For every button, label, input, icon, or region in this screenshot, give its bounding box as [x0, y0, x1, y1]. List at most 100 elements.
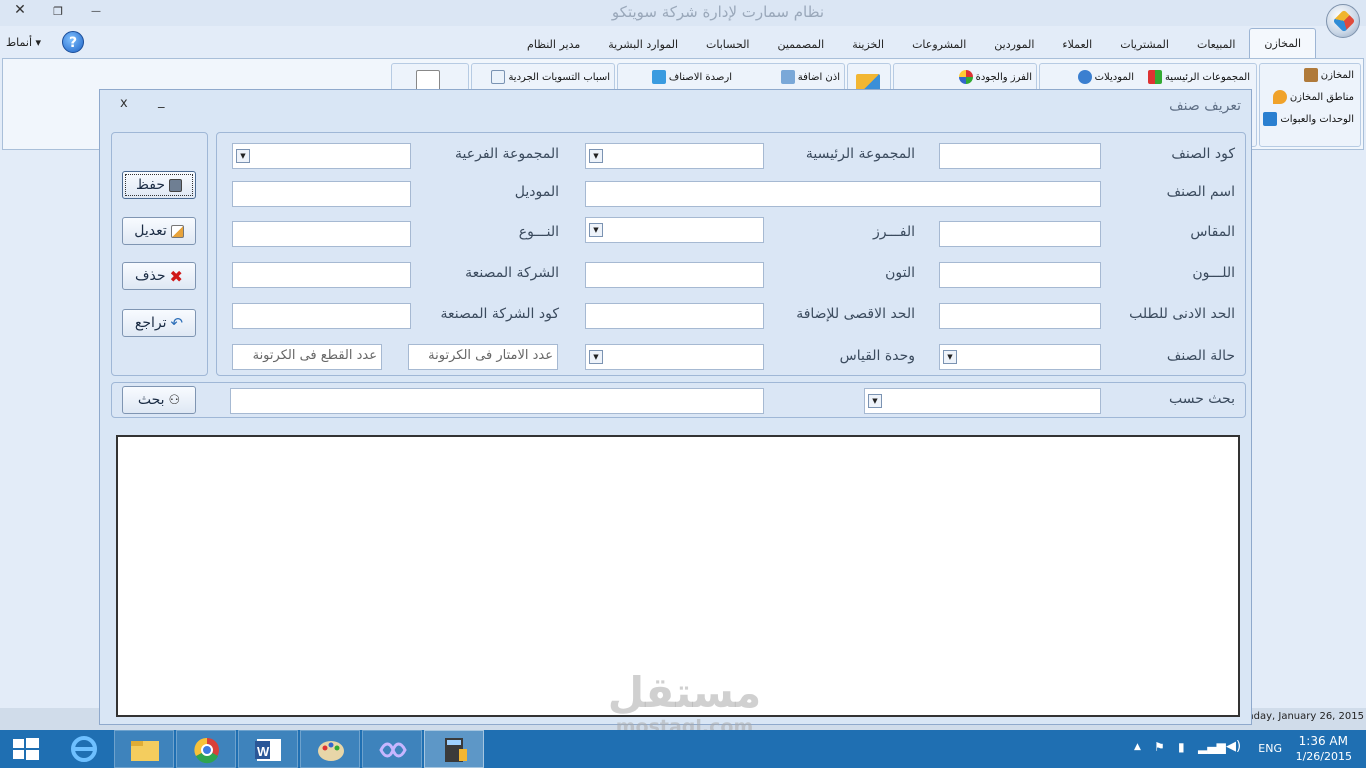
taskbar-visual-studio[interactable] — [362, 730, 422, 768]
taskbar-chrome[interactable] — [176, 730, 236, 768]
floppy-disk-icon — [169, 178, 183, 192]
internet-explorer-icon — [71, 736, 97, 762]
tab-accounts[interactable]: الحسابات — [692, 32, 763, 58]
ribbon-sorting-quality-button[interactable]: الفرز والجودة — [958, 70, 1032, 84]
start-icon — [13, 738, 39, 760]
chevron-down-icon: ▼ — [589, 223, 603, 237]
ribbon-warehouses-button[interactable]: المخازن — [1303, 68, 1354, 82]
chevron-down-icon: ▼ — [589, 350, 603, 364]
clock-date[interactable]: 1/26/2015 — [1296, 750, 1352, 763]
tab-customers[interactable]: العملاء — [1048, 32, 1106, 58]
main-group-select[interactable]: ▼ — [585, 143, 764, 169]
volume-icon[interactable]: ◀) — [1226, 739, 1241, 754]
save-button[interactable]: حفظ — [122, 171, 196, 199]
taskbar: W ▲ ⚑ ▮ ▂▄▆ ◀) ENG 1:36 AM 1/26/2015 — [0, 730, 1366, 768]
chevron-down-icon: ▼ — [236, 149, 250, 163]
meters-per-carton-field[interactable]: عدد الامتار فى الكرتونة — [408, 344, 558, 370]
tab-suppliers[interactable]: الموردين — [980, 32, 1048, 58]
tab-system-admin[interactable]: مدير النظام — [513, 32, 594, 58]
tab-treasury[interactable]: الخزينة — [838, 32, 898, 58]
color-field[interactable] — [939, 262, 1101, 288]
ribbon-main-groups-button[interactable]: المجموعات الرئيسية — [1147, 70, 1250, 84]
snowflake-icon — [1077, 70, 1092, 84]
unit-label: وحدة القياس — [839, 348, 915, 364]
delete-button[interactable]: حذف ✖ — [122, 262, 196, 290]
clock-time[interactable]: 1:36 AM — [1299, 734, 1348, 748]
search-by-select[interactable]: ▼ — [864, 388, 1101, 414]
search-input[interactable] — [230, 388, 764, 414]
dialog-minimize-icon[interactable]: _ — [158, 94, 165, 109]
signal-icon[interactable]: ▂▄▆ — [1198, 740, 1226, 754]
taskbar-internet-explorer[interactable] — [54, 730, 114, 768]
chevron-down-icon: ▼ — [868, 394, 882, 408]
search-button[interactable]: بحث ⚇ — [122, 386, 196, 414]
ribbon-warehouse-zones-button[interactable]: مناطق المخازن — [1272, 90, 1354, 104]
box-icon — [1303, 68, 1318, 82]
grade-select[interactable]: ▼ — [585, 217, 764, 243]
manufacturer-code-label: كود الشركة المصنعة — [440, 306, 559, 322]
dialog-close-icon[interactable]: x — [120, 96, 128, 111]
ribbon-units-button[interactable]: الوحدات والعبوات — [1263, 112, 1354, 126]
size-field[interactable] — [939, 221, 1101, 247]
pieces-per-carton-field[interactable]: عدد القطع فى الكرتونة — [232, 344, 382, 370]
model-field[interactable] — [232, 181, 411, 207]
search-by-label: بحث حسب — [1168, 391, 1235, 407]
app-logo-orb[interactable] — [1326, 4, 1360, 38]
add-document-icon — [780, 70, 795, 84]
ribbon-models-button[interactable]: الموديلات — [1077, 70, 1134, 84]
visual-studio-icon — [379, 742, 407, 758]
tab-warehouses[interactable]: المخازن — [1249, 28, 1316, 58]
title-bar: ✕ ❐ — نظام سمارت لإدارة شركة سويتكو — [0, 0, 1366, 26]
ribbon-item-balances-button[interactable]: ارصدة الاصناف — [651, 70, 732, 84]
action-center-flag-icon[interactable]: ⚑ — [1154, 740, 1165, 754]
status-date: nday, January 26, 2015 — [1247, 711, 1364, 722]
tab-purchases[interactable]: المشتريات — [1106, 32, 1183, 58]
max-addition-label: الحد الاقصى للإضافة — [796, 306, 915, 322]
item-form-panel: كود الصنف المجموعة الرئيسية ▼ المجموعة ا… — [216, 132, 1246, 376]
watermark-arabic: مستقل — [607, 668, 762, 717]
ribbon-add-permit-button[interactable]: اذن اضافة — [780, 70, 840, 84]
tab-sales[interactable]: المبيعات — [1183, 32, 1249, 58]
taskbar-calculator-app[interactable] — [424, 730, 484, 768]
manufacturer-field[interactable] — [232, 262, 411, 288]
taskbar-file-explorer[interactable] — [114, 730, 174, 768]
tab-designers[interactable]: المصممين — [763, 32, 838, 58]
item-name-field[interactable] — [585, 181, 1101, 207]
item-status-select[interactable]: ▼ — [939, 344, 1101, 370]
manufacturer-label: الشركة المصنعة — [465, 265, 559, 281]
model-label: الموديل — [514, 184, 559, 200]
unit-select[interactable]: ▼ — [585, 344, 764, 370]
sub-group-select[interactable]: ▼ — [232, 143, 411, 169]
min-order-field[interactable] — [939, 303, 1101, 329]
undo-button[interactable]: تراجع ↶ — [122, 309, 196, 337]
balances-icon — [651, 70, 666, 84]
red-x-delete-icon: ✖ — [169, 266, 183, 286]
tray-expand-icon[interactable]: ▲ — [1134, 742, 1141, 752]
type-label: النـــوع — [518, 224, 559, 240]
manufacturer-code-field[interactable] — [232, 303, 411, 329]
pencil-edit-icon — [170, 224, 184, 238]
language-indicator[interactable]: ENG — [1258, 742, 1282, 755]
item-status-label: حالة الصنف — [1166, 348, 1235, 364]
system-tray: ▲ ⚑ ▮ ▂▄▆ ◀) ENG 1:36 AM 1/26/2015 — [1126, 730, 1366, 768]
taskbar-word[interactable]: W — [238, 730, 298, 768]
type-field[interactable] — [232, 221, 411, 247]
map-pin-icon — [1272, 90, 1287, 104]
sub-group-label: المجموعة الفرعية — [455, 146, 559, 162]
start-button[interactable] — [0, 730, 52, 768]
ribbon-adjust-reasons-button[interactable]: اسباب التسويات الجردية — [491, 70, 610, 84]
tab-projects[interactable]: المشروعات — [898, 32, 980, 58]
style-menu[interactable]: أنماط ▾ — [6, 36, 41, 49]
help-icon[interactable]: ? — [62, 31, 84, 53]
tab-hr[interactable]: الموارد البشرية — [594, 32, 692, 58]
tone-field[interactable] — [585, 262, 764, 288]
chrome-icon — [194, 737, 219, 764]
item-code-field[interactable] — [939, 143, 1101, 169]
chevron-down-icon: ▼ — [589, 149, 603, 163]
package-icon — [1263, 112, 1278, 126]
battery-icon[interactable]: ▮ — [1178, 740, 1185, 754]
taskbar-paint[interactable] — [300, 730, 360, 768]
edit-button[interactable]: تعديل — [122, 217, 196, 245]
word-icon: W — [255, 739, 281, 761]
max-addition-field[interactable] — [585, 303, 764, 329]
